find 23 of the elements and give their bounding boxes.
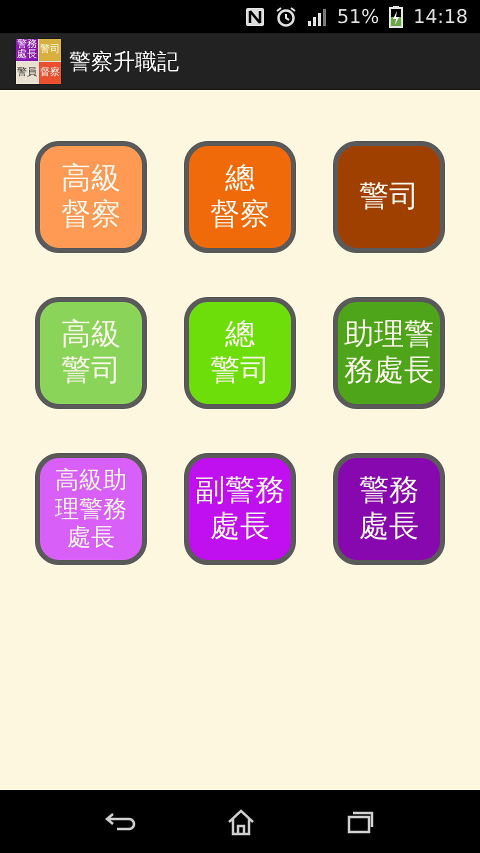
rank-button[interactable]: 警司 xyxy=(333,141,445,253)
logo-text: 督察 xyxy=(39,62,61,84)
recent-apps-icon[interactable] xyxy=(345,810,376,834)
nfc-icon xyxy=(245,6,265,26)
home-icon[interactable] xyxy=(226,808,256,836)
rank-button[interactable]: 助理警 務處長 xyxy=(333,297,445,409)
rank-button[interactable]: 警務 處長 xyxy=(333,453,445,565)
clock-time: 14:18 xyxy=(413,6,468,28)
logo-text: 警務處長 xyxy=(16,39,38,61)
logo-text: 警員 xyxy=(16,62,38,84)
rank-button[interactable]: 高級助 理警務 處長 xyxy=(35,453,147,565)
rank-button[interactable]: 高級 督察 xyxy=(35,141,147,253)
alarm-icon xyxy=(275,6,297,28)
battery-icon xyxy=(389,6,404,28)
rank-button[interactable]: 總 警司 xyxy=(184,297,296,409)
signal-icon xyxy=(307,6,327,26)
rank-button[interactable]: 總 督察 xyxy=(184,141,296,253)
rank-button[interactable]: 高級 警司 xyxy=(35,297,147,409)
battery-percentage: 51% xyxy=(337,6,380,28)
app-title: 警察升職記 xyxy=(69,48,179,76)
rank-button[interactable]: 副警務 處長 xyxy=(184,453,296,565)
back-icon[interactable] xyxy=(104,810,137,832)
logo-text: 警司 xyxy=(39,39,61,61)
